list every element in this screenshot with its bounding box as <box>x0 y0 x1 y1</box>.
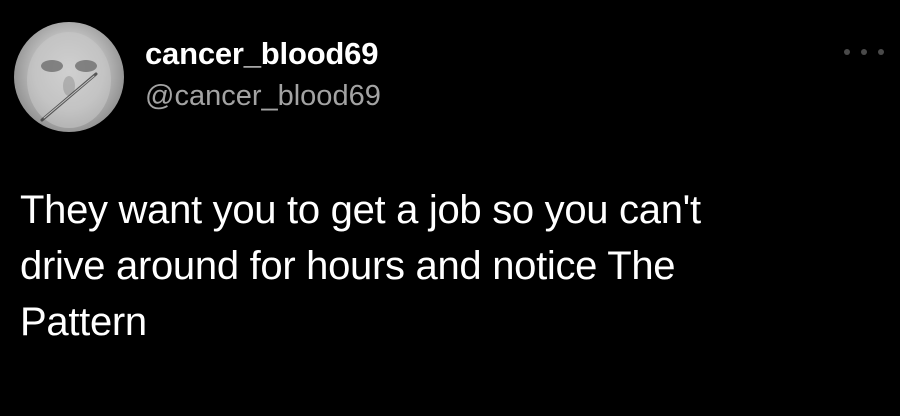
tweet-text-line: Pattern <box>20 300 147 344</box>
display-name[interactable]: cancer_blood69 <box>145 36 378 72</box>
more-horizontal-icon <box>878 49 884 55</box>
user-handle[interactable]: @cancer_blood69 <box>145 80 381 113</box>
tweet-card: cancer_blood69 @cancer_blood69 They want… <box>0 0 900 416</box>
more-horizontal-icon <box>844 49 850 55</box>
more-horizontal-icon <box>861 49 867 55</box>
tweet-text-line: They want you to get a job so you can't <box>20 188 701 232</box>
avatar-photo-icon <box>27 32 111 128</box>
avatar[interactable] <box>14 22 124 132</box>
tweet-text: They want you to get a job so you can't … <box>20 182 890 350</box>
tweet-text-line: drive around for hours and notice The <box>20 244 676 288</box>
more-options-button[interactable] <box>844 40 884 64</box>
